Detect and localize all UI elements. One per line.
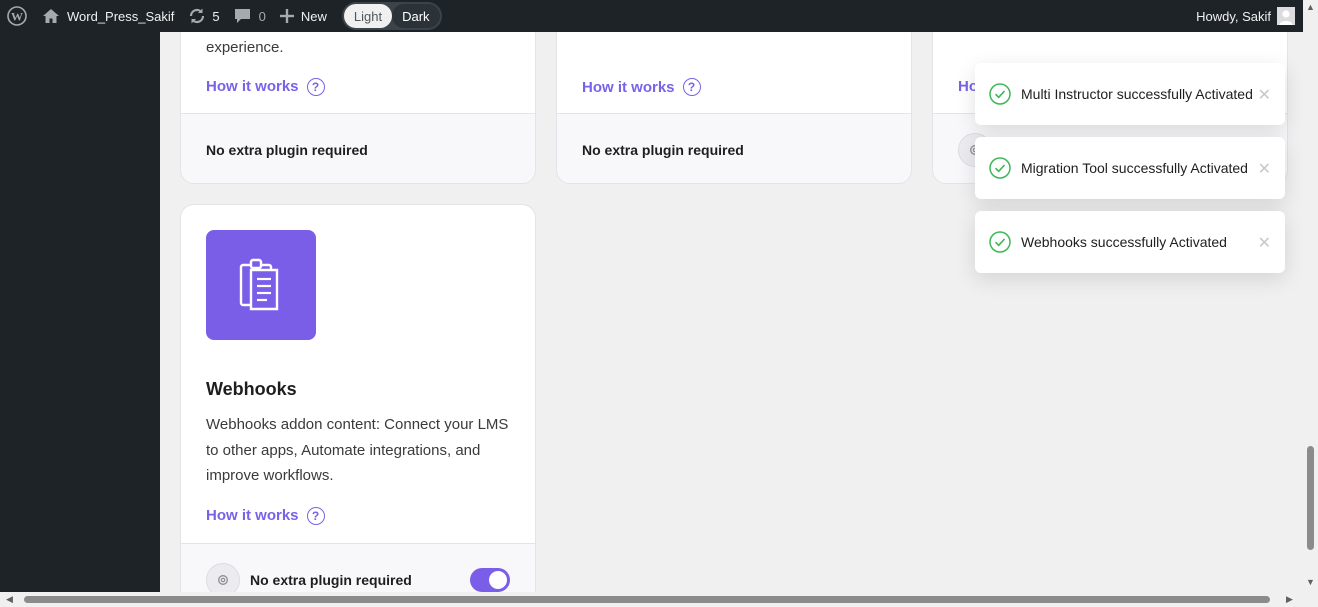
help-icon: ?	[306, 506, 325, 525]
close-icon[interactable]: ✕	[1258, 159, 1271, 179]
toggle-knob	[489, 571, 507, 589]
svg-text:W: W	[11, 10, 23, 24]
addon-card: How it works ? No extra plugin required	[556, 32, 912, 184]
how-it-works-label: How it works	[206, 507, 299, 524]
wordpress-menu[interactable]: W	[0, 0, 35, 32]
card-footer: No extra plugin required	[181, 113, 535, 183]
help-icon: ?	[682, 78, 701, 96]
theme-light-option[interactable]: Light	[343, 4, 393, 28]
toast-message: Webhooks successfully Activated	[1021, 234, 1227, 250]
toast-notification: Webhooks successfully Activated ✕	[975, 211, 1285, 273]
addon-card: experience. How it works ? No extra plug…	[180, 32, 536, 184]
scroll-left-icon[interactable]: ◀	[6, 594, 13, 605]
addon-description: Webhooks addon content: Connect your LMS…	[206, 416, 509, 484]
scroll-right-icon[interactable]: ▶	[1286, 594, 1293, 605]
close-icon[interactable]: ✕	[1258, 85, 1271, 105]
check-circle-icon	[989, 157, 1011, 179]
addon-title: Webhooks	[206, 379, 297, 399]
toast-notification: Multi Instructor successfully Activated …	[975, 63, 1285, 125]
horizontal-scroll-thumb[interactable]	[24, 596, 1270, 603]
footer-text: No extra plugin required	[206, 141, 368, 158]
comment-icon	[234, 8, 251, 24]
comments-link[interactable]: 0	[227, 0, 273, 32]
how-it-works-link[interactable]: How it works ?	[582, 78, 886, 96]
check-circle-icon	[989, 231, 1011, 253]
vertical-scrollbar[interactable]: ▲ ▼	[1303, 0, 1318, 592]
wordpress-logo-icon: W	[7, 6, 27, 26]
how-it-works-link[interactable]: How it works ?	[206, 77, 510, 96]
comments-count: 0	[258, 8, 266, 24]
site-name: Word_Press_Sakif	[67, 8, 175, 24]
plus-icon	[279, 9, 294, 23]
how-it-works-link[interactable]: How it works ?	[206, 506, 510, 525]
updates-icon	[188, 7, 206, 25]
howdy-text: Howdy, Sakif	[1196, 8, 1271, 24]
new-label: New	[300, 8, 327, 24]
help-icon: ?	[306, 77, 325, 96]
toast-message: Multi Instructor successfully Activated	[1021, 86, 1253, 102]
how-it-works-label: How it works	[582, 78, 675, 96]
scrollbar-corner	[1303, 592, 1318, 607]
vertical-scroll-thumb[interactable]	[1307, 446, 1314, 550]
footer-text: No extra plugin required	[250, 572, 412, 588]
addon-description: experience.	[206, 39, 284, 56]
how-it-works-label: How it works	[206, 78, 299, 95]
my-account-menu[interactable]: Howdy, Sakif	[1196, 7, 1303, 25]
check-circle-icon	[989, 83, 1011, 105]
updates-count: 5	[212, 8, 220, 24]
theme-dark-option[interactable]: Dark	[392, 4, 440, 28]
close-icon[interactable]: ✕	[1258, 233, 1271, 253]
avatar-icon	[1277, 7, 1295, 25]
card-footer: No extra plugin required	[557, 113, 911, 183]
addon-enable-toggle[interactable]	[470, 568, 510, 592]
site-name-link[interactable]: Word_Press_Sakif	[35, 0, 181, 32]
horizontal-scrollbar[interactable]: ◀ ▶	[0, 592, 1303, 607]
card-footer: No extra plugin required	[181, 543, 535, 592]
scroll-up-icon[interactable]: ▲	[1306, 2, 1315, 12]
new-content-link[interactable]: New	[273, 0, 334, 32]
admin-sidebar	[0, 32, 160, 592]
scroll-down-icon[interactable]: ▼	[1306, 577, 1315, 587]
updates-link[interactable]: 5	[181, 0, 226, 32]
webhooks-addon-card: Webhooks Webhooks addon content: Connect…	[180, 204, 536, 592]
gear-icon[interactable]	[206, 563, 240, 592]
toast-message: Migration Tool successfully Activated	[1021, 160, 1248, 176]
footer-text: No extra plugin required	[582, 141, 744, 158]
clipboard-icon	[206, 230, 316, 340]
toast-notification: Migration Tool successfully Activated ✕	[975, 137, 1285, 199]
home-icon	[42, 8, 60, 24]
admin-bar: W Word_Press_Sakif 5 0 New Light Dark Ho…	[0, 0, 1303, 32]
theme-toggle: Light Dark	[341, 2, 442, 30]
